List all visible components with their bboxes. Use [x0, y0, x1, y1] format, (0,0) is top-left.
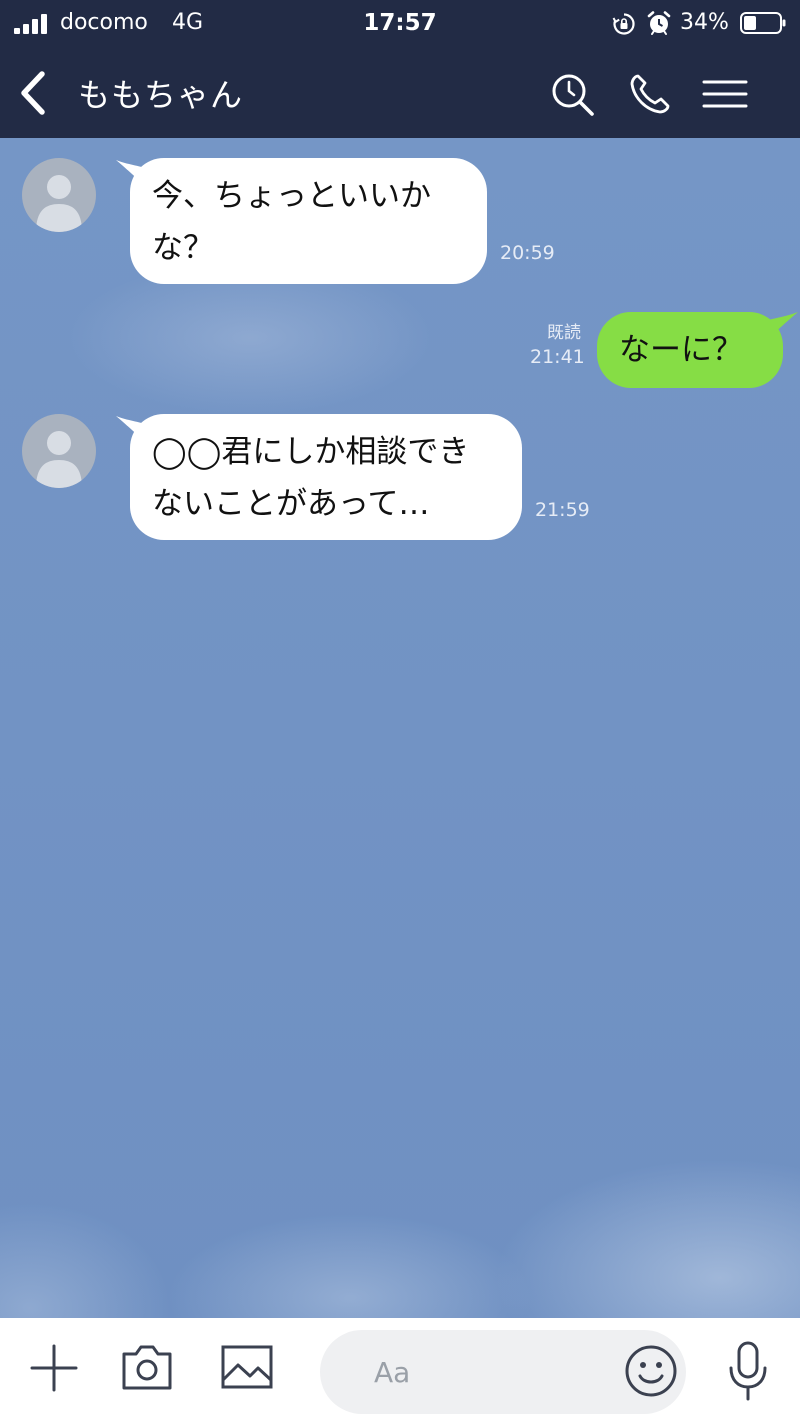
image-icon[interactable] — [220, 1344, 274, 1390]
back-icon[interactable] — [14, 68, 54, 118]
battery-icon — [740, 12, 786, 34]
message-text-line: ◯◯君にしか相談でき — [152, 434, 470, 470]
message-bubble-received[interactable]: ◯◯君にしか相談でき ないことがあって… — [130, 414, 522, 540]
input-bar — [0, 1318, 800, 1424]
chat-area[interactable]: 今、ちょっといいか な？ 20:59 既読 21:41 なーに？ ◯◯君にしか相… — [0, 138, 800, 1318]
battery-percent: 34% — [680, 10, 729, 35]
chat-header: ももちゃん — [0, 48, 800, 138]
default-avatar-icon — [36, 175, 82, 232]
mic-icon[interactable] — [724, 1340, 772, 1402]
rotation-lock-icon — [612, 13, 635, 35]
camera-icon[interactable] — [120, 1342, 174, 1392]
message-time: 21:41 — [530, 346, 585, 368]
message-bubble-received[interactable]: 今、ちょっといいか な？ — [130, 158, 487, 284]
message-text-line: 今、ちょっといいか — [152, 178, 431, 214]
message-time: 20:59 — [500, 242, 555, 264]
search-icon[interactable] — [548, 70, 596, 118]
status-bar: docomo 4G 17:57 34% — [0, 0, 800, 48]
emoji-icon[interactable] — [624, 1344, 678, 1398]
message-bubble-sent[interactable]: なーに？ — [597, 312, 783, 388]
menu-icon[interactable] — [700, 74, 748, 114]
avatar[interactable] — [22, 158, 96, 232]
avatar[interactable] — [22, 414, 96, 488]
message-text-line: な？ — [152, 230, 214, 266]
message-time: 21:59 — [535, 499, 590, 521]
bubble-tail — [768, 312, 798, 338]
chat-title: ももちゃん — [78, 76, 244, 114]
plus-icon[interactable] — [28, 1342, 80, 1394]
message-text-line: なーに？ — [619, 332, 743, 368]
default-avatar-icon — [36, 431, 82, 488]
message-text-line: ないことがあって… — [152, 486, 430, 522]
phone-icon[interactable] — [626, 70, 674, 118]
read-receipt: 既読 — [547, 323, 581, 343]
alarm-icon — [647, 11, 671, 35]
